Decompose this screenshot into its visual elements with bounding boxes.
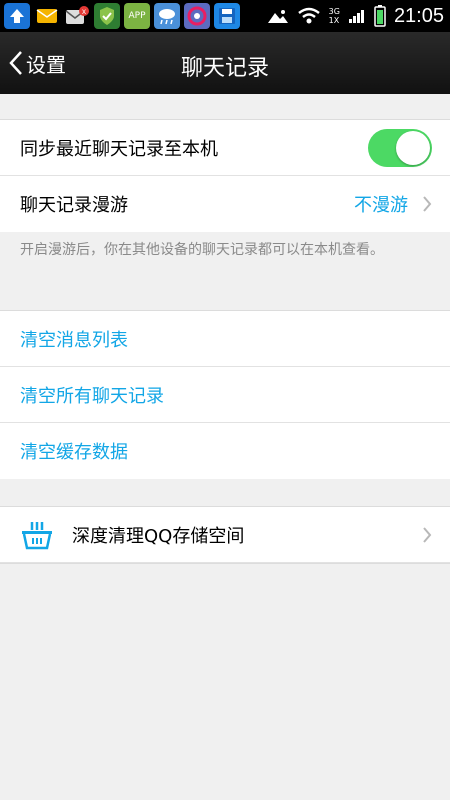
clear-messages-button: 清空消息列表 <box>20 329 128 351</box>
security-shield-icon <box>94 3 120 29</box>
wifi-icon <box>297 7 320 24</box>
clear-cache-button: 清空缓存数据 <box>20 442 128 463</box>
svg-text:x: x <box>82 7 86 16</box>
sync-settings-group: 同步最近聊天记录至本机 聊天记录漫游 不漫游 <box>0 119 450 232</box>
deep-clean-label: 深度清理QQ存储空间 <box>72 525 245 547</box>
sync-row: 同步最近聊天记录至本机 <box>0 120 450 176</box>
network-bottom-label: 1X <box>328 16 340 25</box>
roaming-control: 不漫游 <box>354 191 432 217</box>
signal-icon <box>348 10 364 23</box>
divider <box>0 563 450 564</box>
page-title: 聊天记录 <box>180 56 269 81</box>
image-icon <box>267 10 288 23</box>
sync-control <box>368 128 432 167</box>
roaming-value: 不漫游 <box>354 195 408 216</box>
deep-clean-control <box>422 526 432 544</box>
app-icon-label: APP <box>128 11 146 21</box>
clock: 21:05 <box>393 4 444 27</box>
weather-icon <box>154 3 180 29</box>
chevron-right-icon <box>423 196 432 212</box>
system-status: 3G 1X 21:05 <box>267 0 444 32</box>
clear-messages-row[interactable]: 清空消息列表 <box>0 311 450 367</box>
notification-icons: x APP <box>4 3 240 29</box>
upload-icon <box>4 3 30 29</box>
roaming-label: 聊天记录漫游 <box>20 195 128 216</box>
save-icon <box>214 3 240 29</box>
clear-all-history-row[interactable]: 清空所有聊天记录 <box>0 367 450 423</box>
sync-label: 同步最近聊天记录至本机 <box>20 138 218 160</box>
browser-icon <box>184 3 210 29</box>
battery-icon <box>374 5 386 27</box>
mail-icon <box>34 3 60 29</box>
chevron-right-icon <box>423 526 432 543</box>
clear-all-history-button: 清空所有聊天记录 <box>20 385 164 407</box>
deep-clean-row[interactable]: 深度清理QQ存储空间 <box>0 507 450 563</box>
roaming-row[interactable]: 聊天记录漫游 不漫游 <box>0 176 450 232</box>
clear-actions-group: 清空消息列表 清空所有聊天记录 清空缓存数据 <box>0 310 450 479</box>
basket-icon <box>22 521 52 549</box>
sync-toggle[interactable] <box>368 128 432 167</box>
deep-clean-group: 深度清理QQ存储空间 <box>0 506 450 564</box>
network-top-label: 3G <box>328 7 340 16</box>
status-bar: x APP 3G 1X 21:05 <box>0 0 450 32</box>
roaming-note: 开启漫游后，你在其他设备的聊天记录都可以在本机查看。 <box>20 242 384 258</box>
toggle-knob <box>396 130 430 165</box>
app-store-icon: APP <box>124 3 150 29</box>
mail-alert-icon: x <box>64 3 90 29</box>
network-type: 3G 1X <box>329 7 340 25</box>
clear-cache-row[interactable]: 清空缓存数据 <box>0 423 450 479</box>
nav-bar: 设置 聊天记录 <box>0 32 450 94</box>
